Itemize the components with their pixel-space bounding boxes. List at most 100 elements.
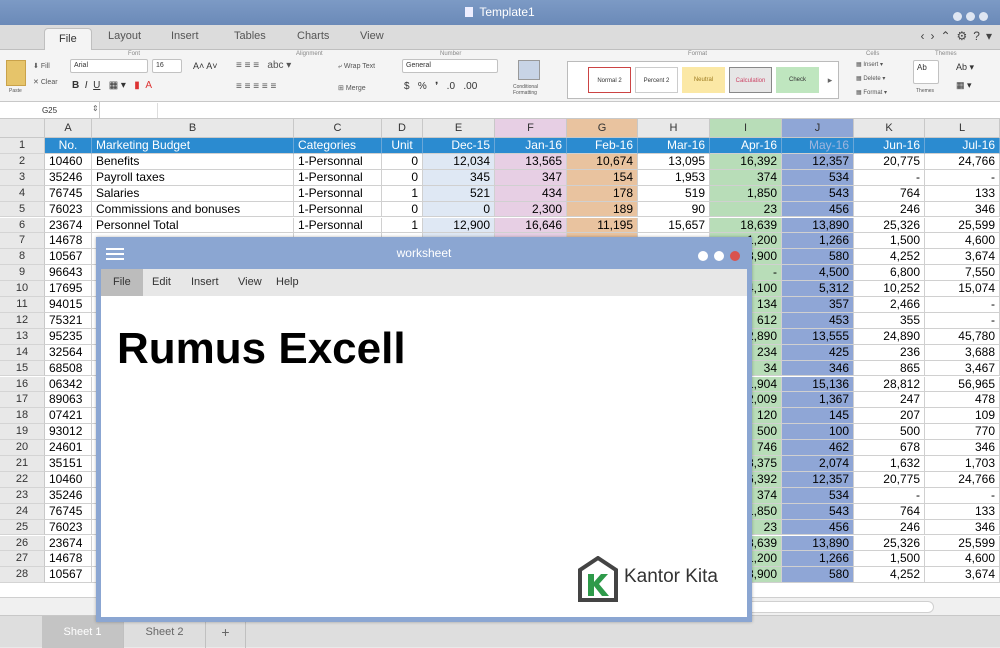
table-cell[interactable]: 15,136 [782, 376, 854, 393]
table-cell[interactable]: 500 [854, 424, 925, 441]
tab-view[interactable]: View [360, 30, 384, 42]
table-cell[interactable]: 109 [925, 408, 1000, 425]
table-cell[interactable]: 13,565 [495, 153, 567, 170]
table-cell[interactable]: 0 [382, 169, 423, 186]
row-number[interactable]: 3 [0, 169, 45, 186]
table-cell[interactable]: 17695 [45, 281, 92, 297]
overlay-menu-edit[interactable]: Edit [140, 269, 183, 296]
table-cell[interactable]: - [925, 312, 1000, 329]
collapse-icon[interactable]: ⌃ [940, 29, 950, 43]
table-cell[interactable]: 16,392 [710, 153, 782, 170]
table-cell[interactable]: 425 [782, 344, 854, 361]
table-cell[interactable]: 519 [638, 185, 710, 202]
conditional-formatting-icon[interactable] [518, 60, 540, 80]
table-cell[interactable]: 76745 [45, 503, 92, 520]
row-number[interactable]: 10 [0, 281, 45, 297]
table-cell[interactable]: 5,312 [782, 281, 854, 297]
row-number[interactable]: 12 [0, 312, 45, 329]
style-percent2[interactable]: Percent 2 [635, 67, 678, 93]
column-header-h[interactable]: H [638, 119, 710, 138]
table-cell[interactable]: 1 [382, 185, 423, 202]
table-cell[interactable]: 15,657 [638, 217, 710, 234]
table-cell[interactable]: 678 [854, 440, 925, 456]
table-cell[interactable]: 10567 [45, 567, 92, 584]
table-cell[interactable]: 45,780 [925, 328, 1000, 345]
table-cell[interactable]: 76023 [45, 201, 92, 218]
table-cell[interactable]: - [854, 169, 925, 186]
table-cell[interactable]: 56,965 [925, 376, 1000, 393]
table-cell[interactable]: 4,500 [782, 265, 854, 282]
tab-file[interactable]: File [44, 28, 92, 51]
table-cell[interactable]: 06342 [45, 376, 92, 393]
column-header-f[interactable]: F [495, 119, 567, 138]
row-number[interactable]: 14 [0, 344, 45, 361]
header-cell[interactable]: Jan-16 [495, 138, 567, 154]
table-cell[interactable]: 154 [567, 169, 638, 186]
table-cell[interactable]: 207 [854, 408, 925, 425]
table-cell[interactable]: 25,326 [854, 535, 925, 552]
table-cell[interactable]: 25,599 [925, 217, 1000, 234]
font-style-buttons[interactable]: B I U ▦ ▾ ▮ A [72, 80, 152, 91]
header-cell[interactable]: Marketing Budget [92, 138, 294, 154]
table-cell[interactable]: 13,890 [782, 217, 854, 234]
header-cell[interactable]: Dec-15 [423, 138, 495, 154]
row-number[interactable]: 17 [0, 392, 45, 409]
table-cell[interactable]: 12,034 [423, 153, 495, 170]
window-controls[interactable] [949, 8, 988, 26]
table-cell[interactable]: Salaries [92, 185, 294, 202]
table-cell[interactable]: 76023 [45, 519, 92, 536]
table-cell[interactable]: 347 [495, 169, 567, 186]
table-cell[interactable]: 456 [782, 201, 854, 218]
table-cell[interactable]: 93012 [45, 424, 92, 441]
table-cell[interactable]: 865 [854, 360, 925, 377]
paste-icon[interactable] [6, 60, 26, 86]
formula-input[interactable] [160, 103, 998, 118]
overlay-close-dot[interactable] [730, 251, 740, 261]
table-cell[interactable]: 32564 [45, 344, 92, 361]
header-cell[interactable]: Apr-16 [710, 138, 782, 154]
overlay-maximize-dot[interactable] [714, 251, 724, 261]
table-cell[interactable]: 24,766 [925, 471, 1000, 488]
table-cell[interactable]: 4,252 [854, 249, 925, 266]
row-number[interactable]: 4 [0, 185, 45, 202]
table-cell[interactable]: Commissions and bonuses [92, 201, 294, 218]
table-cell[interactable]: 1,367 [782, 392, 854, 409]
table-cell[interactable]: 75321 [45, 312, 92, 329]
table-cell[interactable]: 189 [567, 201, 638, 218]
overlay-window-controls[interactable] [692, 248, 740, 266]
column-header-g[interactable]: G [567, 119, 638, 138]
table-cell[interactable]: 580 [782, 567, 854, 584]
header-cell[interactable]: Mar-16 [638, 138, 710, 154]
style-check[interactable]: Check [776, 67, 819, 93]
table-cell[interactable]: 1-Personnal [294, 185, 382, 202]
table-cell[interactable]: 246 [854, 201, 925, 218]
table-cell[interactable]: 68508 [45, 360, 92, 377]
table-cell[interactable]: 10460 [45, 471, 92, 488]
select-all-corner[interactable] [0, 119, 45, 138]
table-cell[interactable]: 24,766 [925, 153, 1000, 170]
table-cell[interactable]: Personnel Total [92, 217, 294, 234]
themes-button[interactable]: Ab [913, 60, 939, 84]
table-cell[interactable]: 355 [854, 312, 925, 329]
row-number[interactable]: 28 [0, 567, 45, 584]
row-number[interactable]: 2 [0, 153, 45, 170]
tab-insert[interactable]: Insert [171, 30, 199, 42]
row-number[interactable]: 7 [0, 233, 45, 250]
table-cell[interactable]: 10460 [45, 153, 92, 170]
table-cell[interactable]: 534 [782, 487, 854, 504]
nav-forward-icon[interactable]: › [930, 29, 934, 43]
font-size-select[interactable]: 16 [152, 59, 182, 73]
table-cell[interactable]: - [925, 297, 1000, 313]
style-normal2[interactable]: Normal 2 [588, 67, 631, 93]
font-grow-shrink[interactable]: A˄ A˅ [193, 61, 218, 71]
table-cell[interactable]: - [925, 169, 1000, 186]
table-cell[interactable]: 25,326 [854, 217, 925, 234]
table-cell[interactable]: 13,095 [638, 153, 710, 170]
table-cell[interactable]: 346 [925, 201, 1000, 218]
overlay-menu-help[interactable]: Help [264, 269, 311, 296]
row-number[interactable]: 22 [0, 471, 45, 488]
cells-insert[interactable]: ▦ Insert ▾ [856, 61, 883, 68]
table-cell[interactable]: 764 [854, 185, 925, 202]
table-cell[interactable]: 1,500 [854, 233, 925, 250]
table-cell[interactable]: 543 [782, 503, 854, 520]
